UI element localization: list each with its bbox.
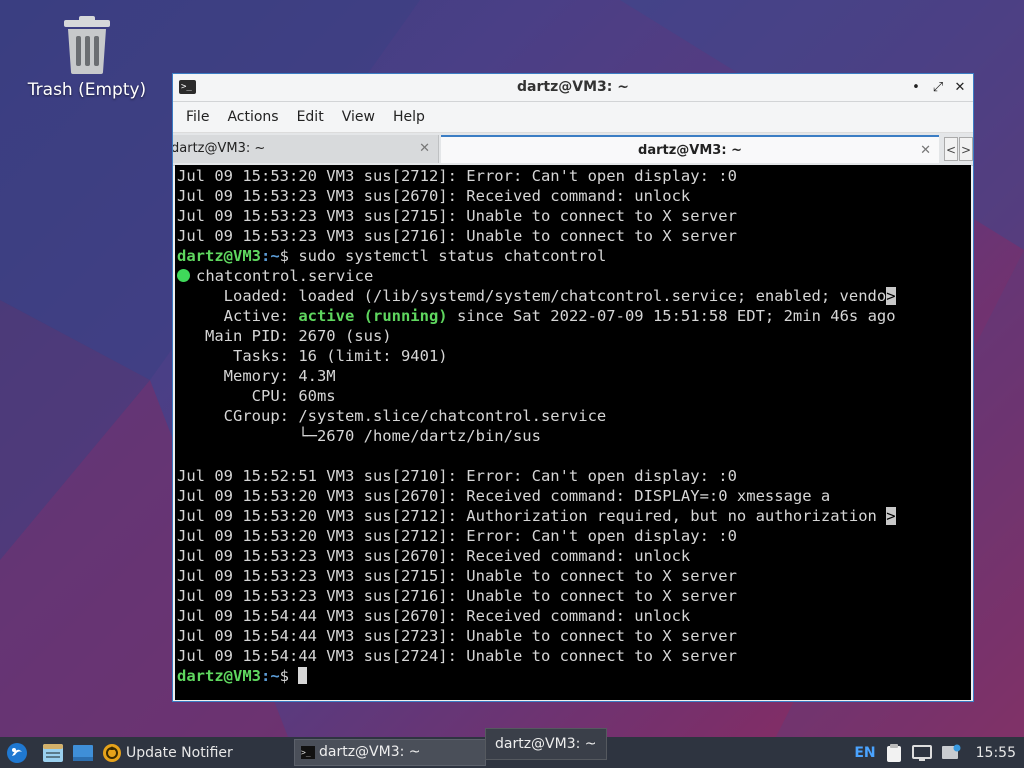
maximize-button[interactable]: ⤢ <box>931 80 945 95</box>
menu-file[interactable]: File <box>177 109 218 125</box>
tab-1[interactable]: dartz@VM3: ~ ✕ <box>173 135 439 163</box>
terminal-line: chatcontrol.service <box>177 266 896 286</box>
trash-label: Trash (Empty) <box>27 80 147 100</box>
active-status: active (running) <box>298 307 448 325</box>
prompt-user: dartz@VM3 <box>177 667 261 685</box>
tab-close-icon[interactable]: ✕ <box>419 135 430 163</box>
clipboard-icon[interactable] <box>885 743 903 763</box>
terminal-line: Jul 09 15:53:23 VM3 sus[2670]: Received … <box>177 547 691 565</box>
taskbar-tooltip: dartz@VM3: ~ <box>485 728 607 760</box>
file-manager-icon <box>43 743 63 762</box>
active-label: Active: <box>177 307 299 325</box>
desktop-icon <box>73 744 93 761</box>
tab-label: dartz@VM3: ~ <box>638 143 742 158</box>
line-text: Loaded: loaded (/lib/systemd/system/chat… <box>177 287 887 305</box>
tab-bar: dartz@VM3: ~ ✕ dartz@VM3: ~ ✕ < > <box>173 133 973 166</box>
terminal-line: CPU: 60ms <box>177 387 336 405</box>
task-label: dartz@VM3: ~ <box>319 744 421 760</box>
truncation-marker: > <box>886 507 896 525</box>
active-since: since Sat 2022-07-09 15:51:58 EDT; 2min … <box>447 307 896 325</box>
tab-2-active[interactable]: dartz@VM3: ~ ✕ <box>441 135 939 163</box>
tab-scroll-left-button[interactable]: < <box>944 137 958 161</box>
truncation-marker: > <box>886 287 896 305</box>
title-bar[interactable]: >_ dartz@VM3: ~ • ⤢ ✕ <box>173 74 973 102</box>
terminal-line: Jul 09 15:53:20 VM3 sus[2712]: Authoriza… <box>177 506 896 526</box>
terminal-lines: Jul 09 15:53:20 VM3 sus[2712]: Error: Ca… <box>177 166 896 686</box>
notification-icon[interactable] <box>941 744 961 762</box>
clock[interactable]: 15:55 <box>976 745 1016 761</box>
terminal-line: Jul 09 15:53:23 VM3 sus[2670]: Received … <box>177 187 691 205</box>
service-name: chatcontrol.service <box>196 267 374 285</box>
file-manager-launcher[interactable] <box>42 743 64 763</box>
update-notifier-label: Update Notifier <box>126 744 233 761</box>
terminal-line: Active: active (running) since Sat 2022-… <box>177 306 896 326</box>
terminal-task-icon: >_ <box>301 746 315 759</box>
terminal-line: Jul 09 15:53:23 VM3 sus[2716]: Unable to… <box>177 587 737 605</box>
menu-actions[interactable]: Actions <box>218 109 287 125</box>
terminal-line: Main PID: 2670 (sus) <box>177 327 392 345</box>
system-tray: EN 15:55 <box>854 737 1024 768</box>
show-desktop-launcher[interactable] <box>72 744 94 762</box>
taskbar-terminal-task[interactable]: >_ dartz@VM3: ~ <box>294 739 486 766</box>
prompt-user: dartz@VM3 <box>177 247 261 265</box>
prompt-command: $ <box>279 667 299 685</box>
terminal-line: Loaded: loaded (/lib/systemd/system/chat… <box>177 286 896 306</box>
prompt-path: :~ <box>261 247 280 265</box>
lubuntu-logo-icon <box>7 742 27 763</box>
terminal-cursor <box>298 667 308 684</box>
app-menu-button[interactable] <box>6 742 28 764</box>
terminal-line: Jul 09 15:53:23 VM3 sus[2716]: Unable to… <box>177 227 737 245</box>
tab-label: dartz@VM3: ~ <box>173 141 266 156</box>
terminal-line: CGroup: /system.slice/chatcontrol.servic… <box>177 407 607 425</box>
tab-close-icon[interactable]: ✕ <box>920 137 931 165</box>
terminal-line: Tasks: 16 (limit: 9401) <box>177 347 448 365</box>
keyboard-language[interactable]: EN <box>854 745 875 761</box>
network-icon[interactable] <box>911 744 932 762</box>
prompt-command: $ sudo systemctl status chatcontrol <box>279 247 607 265</box>
menu-bar: File Actions Edit View Help <box>173 102 973 133</box>
close-button[interactable]: ✕ <box>953 80 967 95</box>
trash-desktop-icon[interactable]: Trash (Empty) <box>22 14 152 100</box>
terminal-line: Jul 09 15:53:20 VM3 sus[2670]: Received … <box>177 487 831 505</box>
terminal-line: Jul 09 15:53:23 VM3 sus[2715]: Unable to… <box>177 567 737 585</box>
update-notifier-icon <box>103 743 121 762</box>
terminal-line: Memory: 4.3M <box>177 367 336 385</box>
terminal-line: dartz@VM3:~$ sudo systemctl status chatc… <box>177 246 896 266</box>
terminal-line: dartz@VM3:~$ <box>177 666 896 686</box>
terminal-line: Jul 09 15:53:23 VM3 sus[2715]: Unable to… <box>177 207 737 225</box>
line-text: Jul 09 15:53:20 VM3 sus[2712]: Authoriza… <box>177 507 887 525</box>
terminal-line: Jul 09 15:52:51 VM3 sus[2710]: Error: Ca… <box>177 467 737 485</box>
prompt-path: :~ <box>261 667 280 685</box>
terminal-line: └─2670 /home/dartz/bin/sus <box>177 427 541 445</box>
terminal-window: >_ dartz@VM3: ~ • ⤢ ✕ File Actions Edit … <box>172 73 974 702</box>
terminal-line: Jul 09 15:54:44 VM3 sus[2670]: Received … <box>177 607 691 625</box>
tab-scroll-right-button[interactable]: > <box>959 137 973 161</box>
trash-icon <box>64 16 110 74</box>
menu-edit[interactable]: Edit <box>288 109 333 125</box>
terminal-line: Jul 09 15:54:44 VM3 sus[2723]: Unable to… <box>177 627 737 645</box>
terminal-line: Jul 09 15:53:20 VM3 sus[2712]: Error: Ca… <box>177 527 737 545</box>
update-notifier-button[interactable]: Update Notifier <box>102 743 233 763</box>
terminal-line: Jul 09 15:53:20 VM3 sus[2712]: Error: Ca… <box>177 167 737 185</box>
menu-view[interactable]: View <box>333 109 384 125</box>
minimize-button[interactable]: • <box>909 80 923 95</box>
terminal-line: Jul 09 15:54:44 VM3 sus[2724]: Unable to… <box>177 647 737 665</box>
window-title: dartz@VM3: ~ <box>517 79 629 95</box>
menu-help[interactable]: Help <box>384 109 434 125</box>
terminal-output[interactable]: Jul 09 15:53:20 VM3 sus[2712]: Error: Ca… <box>175 165 971 700</box>
service-status-dot-icon <box>177 269 190 282</box>
